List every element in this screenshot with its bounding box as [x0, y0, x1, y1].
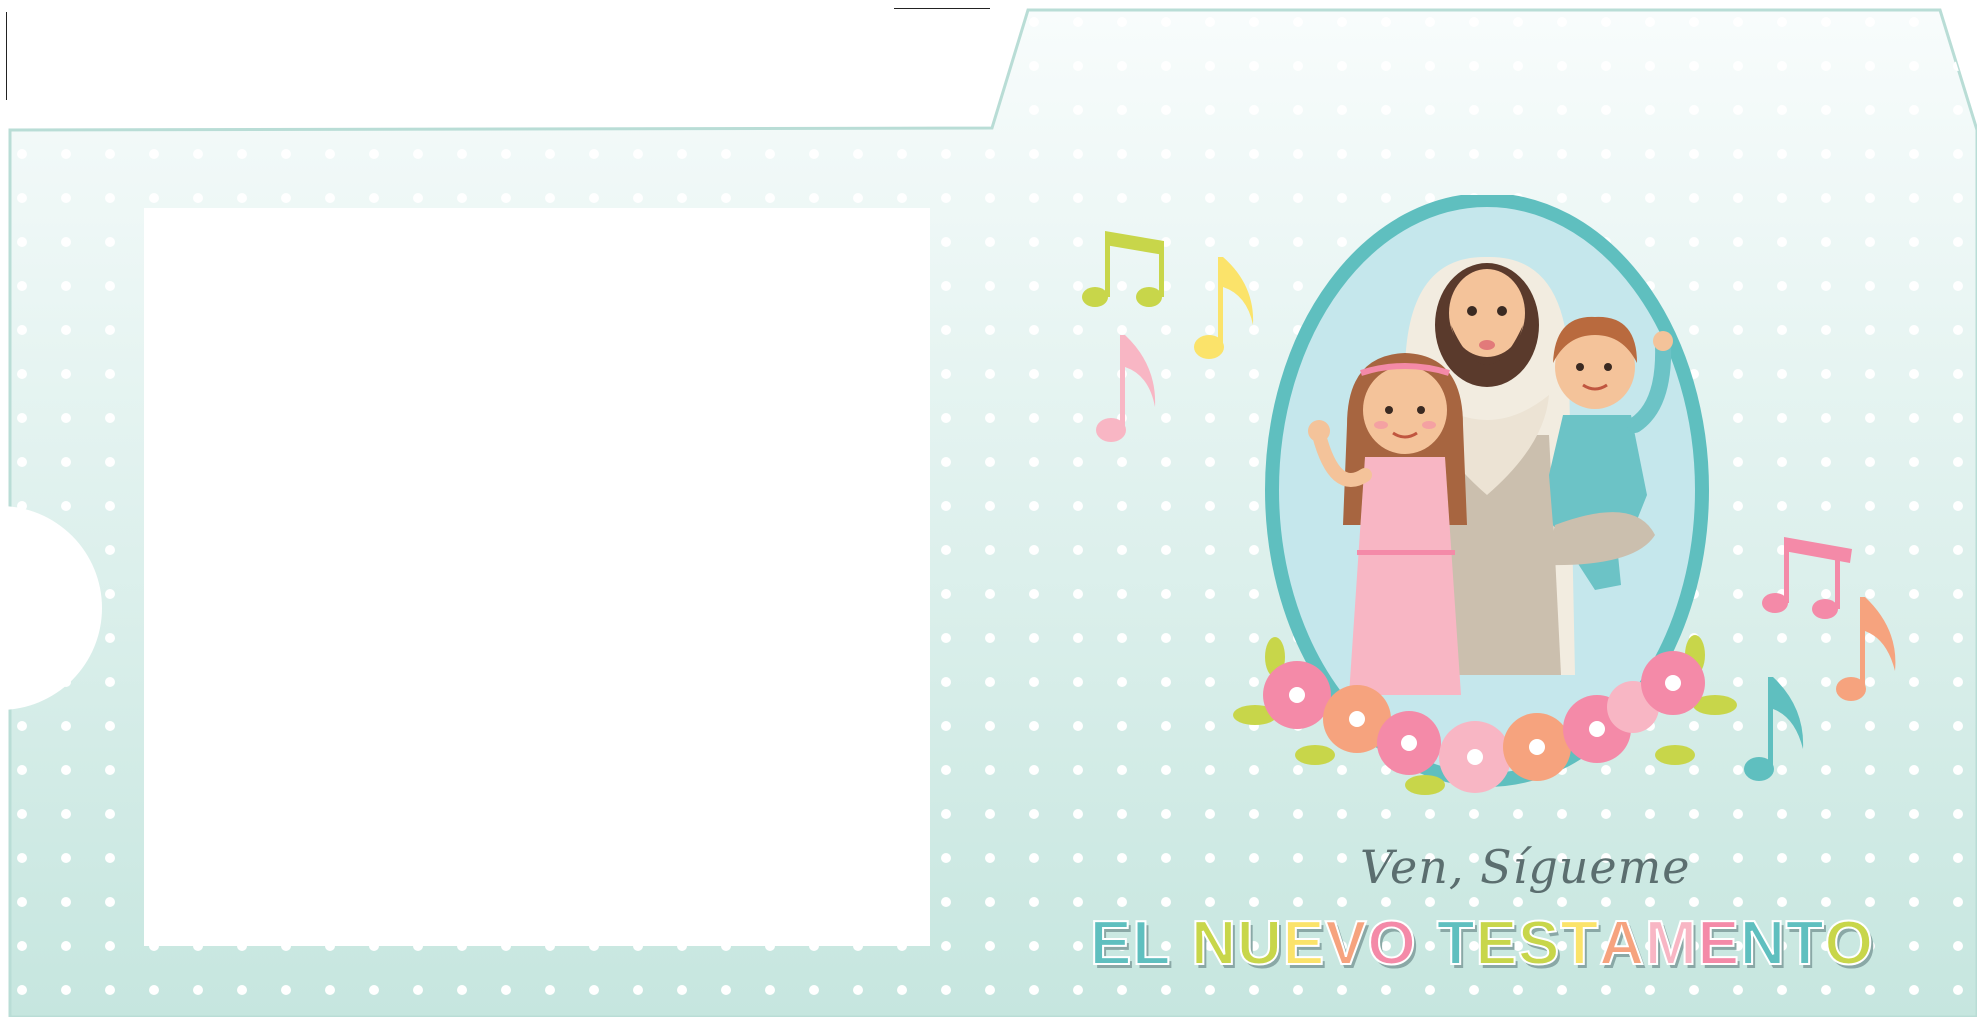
jesus-children-illustration	[1082, 195, 1896, 795]
title-letter: E	[1697, 908, 1741, 979]
music-note-green-icon	[1082, 231, 1164, 307]
title-letter: E	[1475, 908, 1518, 979]
title-letter: T	[1785, 908, 1825, 979]
music-note-yellow-icon	[1194, 257, 1254, 359]
title-letter: A	[1598, 908, 1645, 979]
title-letter: S	[1517, 908, 1561, 979]
title-letter: U	[1236, 908, 1283, 979]
title-letter: N	[1739, 908, 1786, 979]
crop-mark-left	[6, 12, 7, 100]
music-note-rose-icon	[1762, 537, 1852, 619]
title-letter: T	[1436, 908, 1476, 979]
title-letter	[1171, 908, 1191, 988]
music-note-orange-icon	[1836, 597, 1896, 701]
title-letter: O	[1824, 908, 1874, 979]
pocket-window	[144, 208, 930, 946]
title-letter: T	[1559, 908, 1600, 979]
crop-mark	[894, 8, 990, 9]
title-letter	[1417, 908, 1437, 988]
title-letter: E	[1089, 908, 1133, 979]
title-letter: V	[1324, 908, 1368, 979]
title-letter: N	[1190, 908, 1238, 979]
title-letter: M	[1644, 908, 1698, 979]
title-letter: O	[1367, 908, 1417, 979]
cover-title: EL NUEVO TESTAMENTO	[1089, 908, 1874, 988]
title-letter: L	[1131, 908, 1172, 979]
collection-subtitle: Ven, Sígueme	[1360, 840, 1691, 894]
music-note-pink-icon	[1096, 335, 1156, 442]
music-note-teal-icon	[1744, 677, 1804, 781]
title-letter: E	[1282, 908, 1326, 979]
